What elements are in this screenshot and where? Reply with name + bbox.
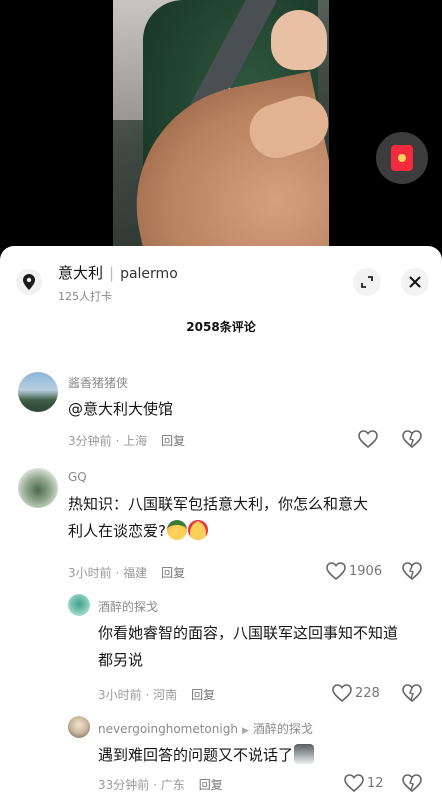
comment-text-body: 遇到难回答的问题又不说话了 bbox=[98, 746, 294, 764]
reply-button[interactable]: 回复 bbox=[161, 434, 185, 448]
like-button[interactable]: 1906 bbox=[326, 562, 382, 580]
comment-panel: 意大利 | palermo 125人打卡 2058条评论 酱香猪猪侠 @意大利大使馆… bbox=[0, 246, 442, 800]
dislike-button[interactable] bbox=[402, 684, 422, 706]
expand-button[interactable] bbox=[353, 268, 381, 296]
comment-text: 你看她睿智的面容，八国联军这回事知不知道都另说 bbox=[98, 624, 399, 669]
close-icon bbox=[409, 276, 421, 288]
dislike-button[interactable] bbox=[402, 562, 422, 584]
like-button[interactable]: 228 bbox=[332, 684, 380, 702]
reply-to-user[interactable]: 酒醉的探戈 bbox=[253, 722, 313, 736]
husky-emoji-icon bbox=[294, 744, 315, 764]
reply-button[interactable]: 回复 bbox=[191, 688, 215, 702]
dislike-heart-icon bbox=[402, 774, 422, 793]
like-count: 228 bbox=[355, 685, 380, 701]
like-count: 1906 bbox=[349, 563, 383, 579]
reply-item: 酒醉的探戈 你看她睿智的面容，八国联军这回事知不知道都另说 3小时前 · 河南回… bbox=[0, 590, 442, 710]
expand-icon bbox=[361, 276, 373, 288]
avatar[interactable] bbox=[68, 594, 90, 616]
location-pin-icon bbox=[16, 269, 42, 295]
army-face-emoji-icon bbox=[166, 520, 187, 540]
play-triangle-icon: ▶ bbox=[241, 726, 249, 736]
avatar[interactable] bbox=[18, 372, 58, 412]
heart-icon bbox=[358, 430, 378, 448]
dislike-button[interactable] bbox=[402, 430, 422, 452]
heart-icon bbox=[344, 774, 364, 792]
comment-item: GQ 热知识：八国联军包括意大利，你怎么和意大利人在谈恋爱? 3小时前 · 福建… bbox=[0, 464, 442, 592]
like-button[interactable]: 12 bbox=[344, 774, 384, 792]
red-packet-button[interactable] bbox=[376, 132, 428, 184]
video-player[interactable] bbox=[0, 0, 442, 260]
comment-text: 遇到难回答的问题又不说话了 bbox=[98, 742, 388, 769]
heart-icon bbox=[332, 684, 352, 702]
comment-time-location: 33分钟前 · 广东 bbox=[98, 778, 185, 792]
location-name: 意大利 bbox=[58, 264, 104, 282]
red-packet-icon bbox=[391, 145, 413, 171]
comment-meta: 33分钟前 · 广东 回复 bbox=[98, 776, 223, 793]
comment-meta: 3分钟前 · 上海 回复 bbox=[68, 432, 185, 449]
comment-meta: 3小时前 · 福建 回复 bbox=[68, 564, 185, 581]
comment-user[interactable]: 酱香猪猪侠 bbox=[68, 374, 128, 391]
comment-text-body: 热知识：八国联军包括意大利，你怎么和意大利人在谈恋爱? bbox=[68, 495, 369, 540]
comment-time-location: 3分钟前 · 上海 bbox=[68, 434, 148, 448]
checkin-count: 125人打卡 bbox=[58, 290, 112, 303]
comment-time-location: 3小时前 · 福建 bbox=[68, 566, 148, 580]
reply-button[interactable]: 回复 bbox=[199, 778, 223, 792]
dislike-heart-icon bbox=[402, 562, 422, 581]
baby-hand bbox=[271, 10, 327, 70]
dislike-heart-icon bbox=[402, 684, 422, 703]
reply-item: nevergoinghometonigh ▶ 酒醉的探戈 遇到难回答的问题又不说话了… bbox=[0, 714, 442, 800]
dislike-heart-icon bbox=[402, 430, 422, 449]
location-header[interactable]: 意大利 | palermo 125人打卡 bbox=[0, 246, 442, 310]
video-frame bbox=[113, 0, 329, 260]
dislike-button[interactable] bbox=[402, 774, 422, 796]
heart-eyes-emoji-icon bbox=[187, 520, 208, 540]
avatar[interactable] bbox=[68, 716, 90, 738]
comment-user[interactable]: 酒醉的探戈 bbox=[98, 598, 158, 615]
comment-text: @意大利大使馆 bbox=[68, 400, 174, 418]
location-sub: palermo bbox=[120, 266, 178, 282]
like-button[interactable] bbox=[358, 430, 378, 448]
heart-icon bbox=[326, 562, 346, 580]
comment-time-location: 3小时前 · 河南 bbox=[98, 688, 178, 702]
reply-user[interactable]: nevergoinghometonigh bbox=[98, 722, 238, 736]
comment-user[interactable]: nevergoinghometonigh ▶ 酒醉的探戈 bbox=[98, 720, 313, 737]
comment-user[interactable]: GQ bbox=[68, 470, 87, 484]
reply-button[interactable]: 回复 bbox=[161, 566, 185, 580]
avatar[interactable] bbox=[18, 468, 58, 508]
comment-item: 酱香猪猪侠 @意大利大使馆 3分钟前 · 上海 回复 bbox=[0, 368, 442, 458]
comment-meta: 3小时前 · 河南 回复 bbox=[98, 686, 215, 703]
comment-text: 热知识：八国联军包括意大利，你怎么和意大利人在谈恋爱? bbox=[68, 491, 368, 545]
like-count: 12 bbox=[367, 775, 384, 791]
comment-count: 2058条评论 bbox=[186, 320, 256, 334]
location-title[interactable]: 意大利 | palermo bbox=[58, 262, 178, 283]
close-button[interactable] bbox=[401, 268, 429, 296]
